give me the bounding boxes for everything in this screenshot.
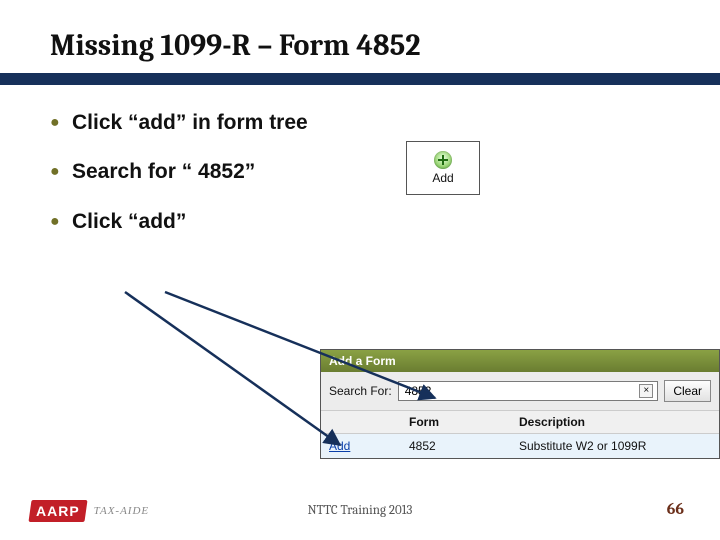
- col-form: Form: [401, 411, 511, 433]
- bullet-click-add: Click “add”: [50, 208, 670, 235]
- plus-icon: [434, 151, 452, 169]
- screenshot-add-button: Add: [406, 141, 480, 195]
- add-button-label: Add: [432, 171, 453, 185]
- instruction-list: Click “add” in form tree Search for “ 48…: [50, 109, 670, 235]
- bullet-click-add-in-tree: Click “add” in form tree: [50, 109, 670, 136]
- screenshot-add-form-dialog: Add a Form Search For: × Clear Form Desc…: [320, 349, 720, 459]
- page-title: Missing 1099-R – Form 4852: [50, 28, 670, 63]
- dialog-title: Add a Form: [321, 350, 719, 372]
- search-clear-x[interactable]: ×: [639, 384, 653, 398]
- footer-caption: NTTC Training 2013: [0, 503, 720, 518]
- row-desc: Substitute W2 or 1099R: [511, 434, 719, 458]
- search-input[interactable]: [403, 383, 640, 399]
- row-form: 4852: [401, 434, 511, 458]
- bullet-search-4852: Search for “ 4852”: [50, 158, 670, 185]
- title-rule: [0, 73, 720, 85]
- col-blank: [321, 411, 401, 433]
- col-description: Description: [511, 411, 719, 433]
- search-input-wrap: ×: [398, 381, 659, 401]
- dialog-column-headers: Form Description: [321, 411, 719, 434]
- search-label: Search For:: [329, 384, 392, 398]
- add-link[interactable]: Add: [321, 434, 401, 458]
- dialog-result-row: Add 4852 Substitute W2 or 1099R: [321, 434, 719, 458]
- clear-button[interactable]: Clear: [664, 380, 711, 402]
- slide-number: 66: [667, 500, 684, 518]
